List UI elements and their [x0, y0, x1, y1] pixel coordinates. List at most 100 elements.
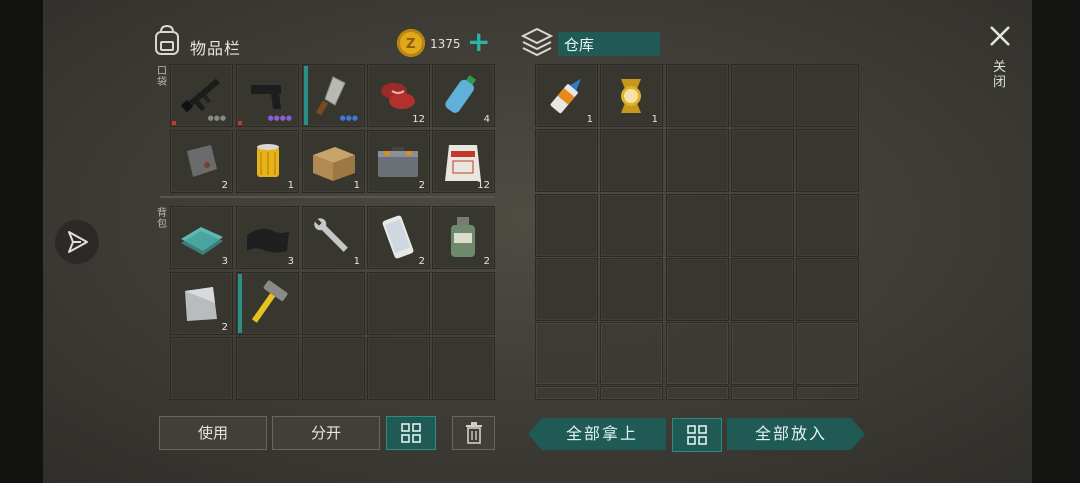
item-count: 2	[221, 180, 228, 191]
inventory-slot[interactable]	[236, 272, 299, 335]
send-arrow-icon	[68, 231, 88, 253]
inventory-slot[interactable]: ●●●●	[236, 64, 299, 127]
item-count: 12	[477, 180, 490, 191]
storage-slot[interactable]	[666, 129, 729, 192]
storage-slot[interactable]	[600, 322, 663, 385]
sort-storage-button[interactable]	[672, 418, 722, 452]
storage-slot[interactable]	[666, 322, 729, 385]
item-count: 1	[353, 180, 360, 191]
inventory-slot[interactable]: 2	[170, 272, 233, 335]
inventory-slot[interactable]: 2	[367, 206, 430, 269]
storage-slot[interactable]	[600, 258, 663, 321]
item-count: 2	[418, 256, 425, 267]
inventory-slot[interactable]: 1	[236, 130, 299, 193]
storage-slot[interactable]	[666, 258, 729, 321]
inventory-slot[interactable]	[367, 337, 430, 400]
inventory-slot[interactable]	[432, 272, 495, 335]
split-button[interactable]: 分开	[272, 416, 380, 450]
inventory-slot[interactable]: 3	[170, 206, 233, 269]
navigation-button[interactable]	[55, 220, 99, 264]
take-all-label: 全部拿上	[565, 424, 638, 443]
toolbox-icon	[378, 147, 418, 177]
item-count: 1	[651, 114, 658, 125]
inventory-slot[interactable]	[302, 272, 365, 335]
inventory-slot[interactable]: 12	[367, 64, 430, 127]
storage-slot[interactable]	[535, 258, 598, 321]
storage-slot[interactable]	[731, 322, 794, 385]
air-filter-icon	[257, 144, 279, 177]
use-button[interactable]: 使用	[159, 416, 267, 450]
sort-inventory-button[interactable]	[386, 416, 436, 450]
storage-slot[interactable]	[796, 194, 859, 257]
item-count: 12	[412, 114, 425, 125]
storage-title: 仓库	[564, 36, 595, 54]
storage-slot[interactable]	[731, 64, 794, 127]
attachment-dots: ●●●	[339, 114, 358, 122]
grid-sort-icon	[687, 425, 707, 445]
item-count: 3	[287, 256, 294, 267]
storage-slot[interactable]	[666, 64, 729, 127]
inventory-slot[interactable]: ●●●	[302, 64, 365, 127]
coin-icon: Z	[397, 29, 425, 57]
glass-pane-icon	[181, 227, 223, 255]
close-button[interactable]: 关闭	[986, 22, 1014, 102]
inventory-slot[interactable]	[367, 272, 430, 335]
metal-sheet-icon	[187, 145, 217, 177]
delete-button[interactable]	[452, 416, 495, 450]
item-count: 1	[287, 180, 294, 191]
inventory-slot[interactable]: ●●●	[170, 64, 233, 127]
item-count: 1	[586, 114, 593, 125]
put-all-button[interactable]: 全部放入	[727, 418, 865, 450]
inventory-slot[interactable]	[236, 337, 299, 400]
storage-slot[interactable]	[600, 194, 663, 257]
inventory-slot[interactable]	[302, 337, 365, 400]
cleaver-icon	[315, 76, 346, 116]
attachment-dots: ●●●	[207, 114, 226, 122]
storage-slot[interactable]: 1	[535, 64, 598, 127]
backpack-icon	[152, 24, 182, 56]
storage-slot[interactable]	[731, 129, 794, 192]
storage-slot[interactable]	[535, 322, 598, 385]
steel-plate-icon	[185, 287, 217, 321]
inventory-slot[interactable]: 3	[236, 206, 299, 269]
storage-slot[interactable]	[535, 129, 598, 192]
storage-slot[interactable]	[731, 194, 794, 257]
inventory-slot[interactable]: 4	[432, 64, 495, 127]
section-divider	[160, 196, 494, 198]
durability-marker	[238, 121, 242, 125]
storage-slot[interactable]	[731, 386, 794, 400]
add-currency-button[interactable]: +	[467, 26, 490, 58]
inventory-title: 物品栏	[190, 39, 242, 58]
inventory-slot[interactable]: 2	[367, 130, 430, 193]
storage-slot[interactable]	[796, 129, 859, 192]
storage-slot[interactable]	[535, 386, 598, 400]
storage-slot[interactable]	[666, 386, 729, 400]
inventory-slot[interactable]: 2	[170, 130, 233, 193]
storage-slot[interactable]	[796, 386, 859, 400]
inventory-slot[interactable]: 1	[302, 130, 365, 193]
smartphone-icon	[382, 215, 414, 259]
chemical-jar-icon	[451, 217, 475, 257]
storage-slot[interactable]: 1	[600, 64, 663, 127]
trash-icon	[465, 422, 482, 444]
take-all-button[interactable]: 全部拿上	[528, 418, 666, 450]
storage-slot[interactable]	[666, 194, 729, 257]
raw-meat-icon	[381, 83, 415, 109]
put-all-label: 全部放入	[754, 424, 827, 443]
storage-slot[interactable]	[796, 258, 859, 321]
inventory-slot[interactable]	[432, 337, 495, 400]
inventory-slot[interactable]	[170, 337, 233, 400]
close-icon	[990, 26, 1010, 46]
assault-rifle-icon	[180, 78, 220, 113]
gold-watch-icon	[621, 79, 641, 113]
inventory-slot[interactable]: 2	[432, 206, 495, 269]
rarity-bar	[238, 274, 242, 333]
storage-slot[interactable]	[535, 194, 598, 257]
storage-slot[interactable]	[796, 322, 859, 385]
storage-slot[interactable]	[731, 258, 794, 321]
inventory-slot[interactable]: 1	[302, 206, 365, 269]
storage-slot[interactable]	[796, 64, 859, 127]
storage-slot[interactable]	[600, 129, 663, 192]
inventory-slot[interactable]: 12	[432, 130, 495, 193]
storage-slot[interactable]	[600, 386, 663, 400]
